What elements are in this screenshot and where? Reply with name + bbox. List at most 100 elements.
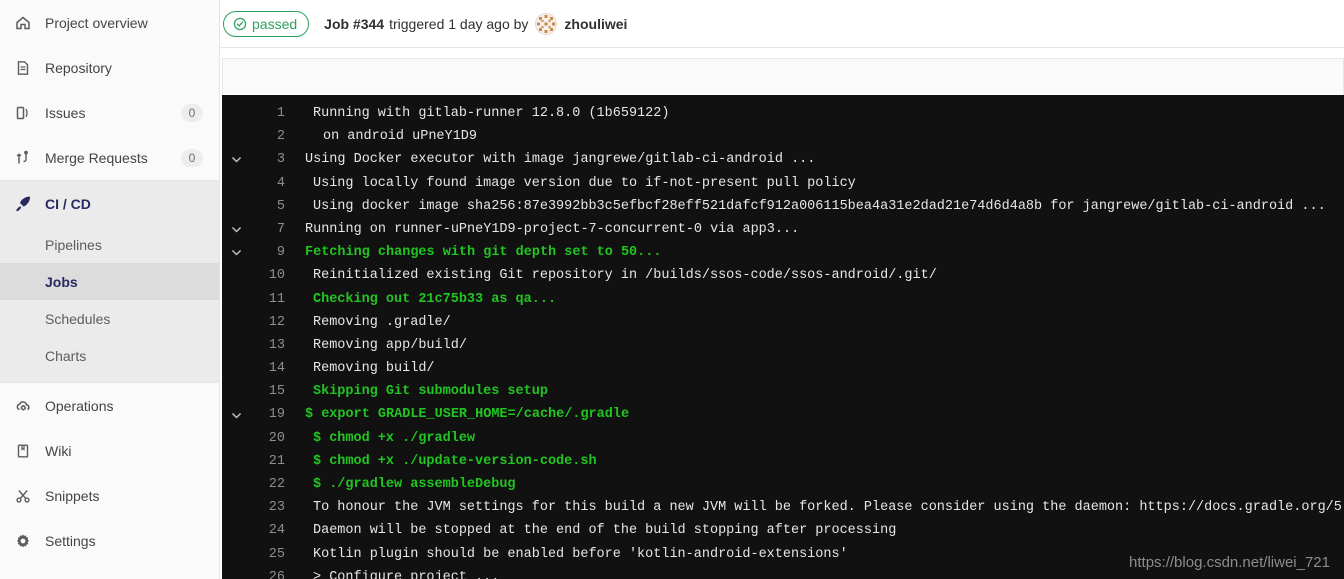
log-line-number[interactable]: 10 [250, 264, 294, 287]
log-line-text: Running on runner-uPneY1D9-project-7-con… [305, 221, 800, 237]
status-badge-label: passed [252, 15, 298, 32]
log-line-text: $ ./gradlew assembleDebug [313, 477, 516, 492]
log-line-number[interactable]: 20 [250, 427, 294, 450]
avatar[interactable] [535, 12, 558, 35]
rocket-icon [13, 196, 33, 212]
sidebar-item-settings[interactable]: Settings [0, 518, 219, 563]
scissors-icon [13, 488, 33, 504]
subitem-label: Pipelines [45, 236, 102, 253]
log-line-text: $ chmod +x ./gradlew [313, 430, 476, 446]
ci-cd-submenu: Pipelines Jobs Schedules Charts [0, 226, 219, 382]
merge-request-icon [13, 150, 33, 166]
issues-icon [13, 105, 33, 121]
sidebar-item-project-overview[interactable]: Project overview [0, 0, 219, 45]
log-line: 23 To honour the JVM settings for this bu… [222, 496, 1344, 519]
log-line: 1 Running with gitlab-runner 12.8.0 (1b65… [222, 102, 1344, 125]
project-sidebar: Project overview Repository Issues 0 Mer… [0, 0, 220, 579]
sidebar-item-label: Merge Requests [45, 149, 148, 166]
log-line-text: Checking out 21c75b33 as qa... [313, 291, 557, 307]
log-line-number[interactable]: 13 [250, 334, 294, 357]
chevron-down-icon[interactable] [222, 241, 250, 264]
log-line: 12 Removing .gradle/ [222, 311, 1344, 334]
log-line-number[interactable]: 7 [250, 218, 294, 241]
log-line: 20 $ chmod +x ./gradlew [222, 427, 1344, 450]
log-line: 25 Kotlin plugin should be enabled before… [222, 543, 1344, 566]
log-line-text: on android uPneY1D9 [323, 129, 477, 145]
log-line-number[interactable]: 21 [250, 450, 294, 473]
log-line-number[interactable]: 26 [250, 566, 294, 579]
log-line: 3 Using Docker executor with image jangre… [222, 148, 1344, 171]
log-line-text: Removing build/ [313, 361, 435, 377]
sidebar-subitem-charts[interactable]: Charts [0, 337, 219, 374]
sidebar-item-label: Wiki [45, 442, 72, 459]
subitem-label: Schedules [45, 310, 111, 327]
chevron-down-icon[interactable] [222, 403, 250, 426]
sidebar-item-label: Repository [45, 59, 112, 76]
log-line-text: Removing .gradle/ [313, 314, 451, 330]
log-line-number[interactable]: 12 [250, 311, 294, 334]
chevron-down-icon[interactable] [222, 218, 250, 241]
log-line-text: Kotlin plugin should be enabled before '… [313, 546, 848, 562]
gitlab-job-page: Project overview Repository Issues 0 Mer… [0, 0, 1344, 579]
log-line-number[interactable]: 3 [250, 148, 294, 171]
cloud-gear-icon [13, 398, 33, 414]
gear-icon [13, 533, 33, 549]
log-line-number[interactable]: 14 [250, 357, 294, 380]
log-line-text: Using locally found image version due to… [313, 175, 856, 191]
log-line: 14 Removing build/ [222, 357, 1344, 380]
log-line-text: $ chmod +x ./update-version-code.sh [313, 453, 597, 469]
sidebar-item-merge-requests[interactable]: Merge Requests 0 [0, 135, 219, 180]
log-line-number[interactable]: 1 [250, 102, 294, 125]
book-icon [13, 443, 33, 459]
log-line-number[interactable]: 23 [250, 496, 294, 519]
log-line-number[interactable]: 5 [250, 195, 294, 218]
status-badge[interactable]: passed [223, 10, 310, 37]
log-line-number[interactable]: 19 [250, 403, 294, 426]
sidebar-item-repository[interactable]: Repository [0, 45, 219, 90]
log-line-number[interactable]: 25 [250, 543, 294, 566]
job-log-lines: 1 Running with gitlab-runner 12.8.0 (1b65… [222, 102, 1344, 579]
log-line: 11 Checking out 21c75b33 as qa... [222, 288, 1344, 311]
sidebar-item-snippets[interactable]: Snippets [0, 473, 219, 518]
sidebar-item-operations[interactable]: Operations [0, 383, 219, 428]
log-line: 13 Removing app/build/ [222, 334, 1344, 357]
sidebar-subitem-schedules[interactable]: Schedules [0, 300, 219, 337]
log-line-text: Removing app/build/ [313, 337, 467, 353]
merge-requests-count-badge: 0 [181, 148, 203, 167]
log-line: 24 Daemon will be stopped at the end of t… [222, 519, 1344, 542]
sidebar-item-label: Settings [45, 532, 96, 549]
log-line-text: Using docker image sha256:87e3992bb3c5ef… [313, 198, 1326, 214]
job-triggered-text: triggered 1 day ago by [389, 15, 529, 32]
job-main-content: passed Job #344 triggered 1 day ago by z… [220, 0, 1344, 579]
check-circle-icon [233, 17, 247, 31]
log-line-number[interactable]: 15 [250, 380, 294, 403]
sidebar-item-ci-cd[interactable]: CI / CD [0, 181, 219, 226]
log-line-text: > Configure project ... [313, 569, 500, 579]
chevron-down-icon[interactable] [222, 148, 250, 171]
sidebar-item-label: Issues [45, 104, 86, 121]
log-line-text: Daemon will be stopped at the end of the… [313, 523, 897, 539]
job-header: passed Job #344 triggered 1 day ago by z… [220, 0, 1344, 48]
log-line: 26 > Configure project ... [222, 566, 1344, 579]
sidebar-item-wiki[interactable]: Wiki [0, 428, 219, 473]
sidebar-item-label: Project overview [45, 14, 148, 31]
log-line-text: Using Docker executor with image jangrew… [305, 152, 816, 168]
log-line: 7 Running on runner-uPneY1D9-project-7-co… [222, 218, 1344, 241]
sidebar-item-label: Snippets [45, 487, 100, 504]
log-line-number[interactable]: 2 [250, 125, 294, 148]
log-line-number[interactable]: 4 [250, 172, 294, 195]
sidebar-item-issues[interactable]: Issues 0 [0, 90, 219, 135]
log-line: 15 Skipping Git submodules setup [222, 380, 1344, 403]
log-line-text: $ export GRADLE_USER_HOME=/cache/.gradle [305, 407, 630, 423]
sidebar-item-label: Operations [45, 397, 114, 414]
log-line-number[interactable]: 22 [250, 473, 294, 496]
job-log-terminal[interactable]: 1 Running with gitlab-runner 12.8.0 (1b65… [222, 95, 1344, 579]
sidebar-subitem-pipelines[interactable]: Pipelines [0, 226, 219, 263]
job-id[interactable]: Job #344 [324, 16, 384, 32]
triggered-by-username[interactable]: zhouliwei [564, 16, 627, 32]
log-line: 21 $ chmod +x ./update-version-code.sh [222, 450, 1344, 473]
log-line-number[interactable]: 24 [250, 519, 294, 542]
log-line-number[interactable]: 9 [250, 241, 294, 264]
sidebar-subitem-jobs[interactable]: Jobs [0, 263, 219, 300]
log-line-number[interactable]: 11 [250, 288, 294, 311]
